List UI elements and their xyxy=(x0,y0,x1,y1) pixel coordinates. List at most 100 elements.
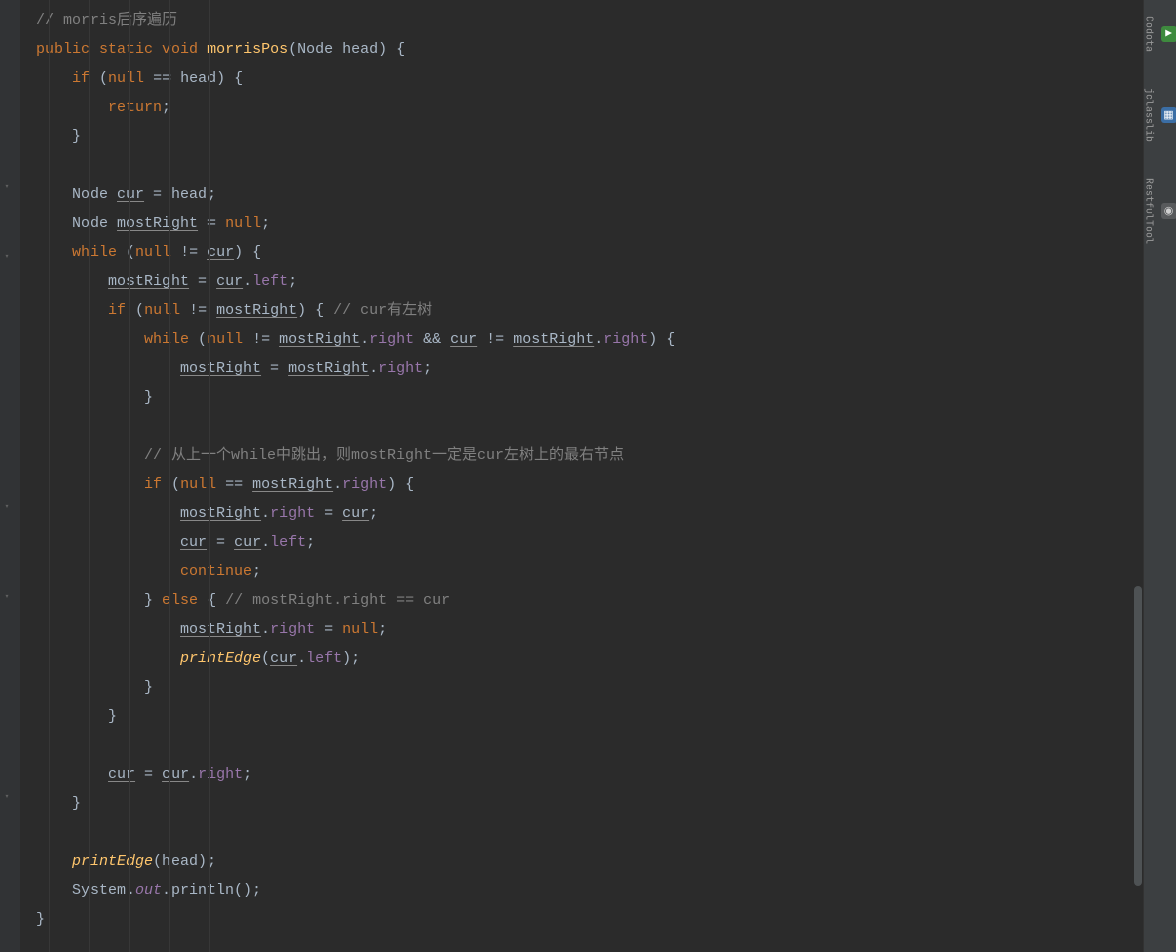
code-token: while xyxy=(144,331,198,348)
code-token: != xyxy=(477,331,513,348)
code-token: .println(); xyxy=(162,882,261,899)
code-token xyxy=(0,244,72,261)
indent-guide xyxy=(209,0,210,952)
code-token: == head) { xyxy=(153,70,243,87)
right-tool-rail: ▶ Codota ▦ jclasslib ◉RestfulTool xyxy=(1143,0,1176,952)
code-token: mostRight xyxy=(216,302,297,319)
code-token: mostRight xyxy=(180,360,261,377)
code-token: = xyxy=(189,273,216,290)
code-token xyxy=(0,186,72,203)
code-token: . xyxy=(360,331,369,348)
code-token: ; xyxy=(261,215,270,232)
code-token: null xyxy=(342,621,378,638)
code-token: cur xyxy=(450,331,477,348)
code-token: cur xyxy=(162,766,189,783)
code-token: cur xyxy=(207,244,234,261)
code-token: ; xyxy=(306,534,315,551)
code-token: } xyxy=(72,128,81,145)
code-token: cur xyxy=(234,534,261,551)
code-token: != xyxy=(252,331,279,348)
code-token: null xyxy=(207,331,252,348)
code-token xyxy=(0,650,180,667)
code-token: . xyxy=(261,621,270,638)
code-token: continue xyxy=(180,563,252,580)
scrollbar-thumb[interactable] xyxy=(1134,586,1142,886)
code-token: ( xyxy=(261,650,270,667)
code-token: && xyxy=(414,331,450,348)
code-token: mostRight xyxy=(180,621,261,638)
code-token: right xyxy=(342,476,387,493)
code-token: right xyxy=(603,331,648,348)
code-token xyxy=(0,795,72,812)
code-token: out xyxy=(135,882,162,899)
code-token: ( xyxy=(198,331,207,348)
code-token xyxy=(0,99,108,116)
code-token: // cur有左树 xyxy=(333,302,432,319)
code-token: = xyxy=(207,534,234,551)
code-token: mostRight xyxy=(180,505,261,522)
restfultool-icon: ◉ xyxy=(1161,203,1176,219)
code-token: = xyxy=(315,621,342,638)
code-token: = xyxy=(261,360,288,377)
code-token: = xyxy=(135,766,162,783)
code-token: (head); xyxy=(153,853,216,870)
code-token: . xyxy=(369,360,378,377)
code-token: mostRight xyxy=(288,360,369,377)
code-token: ; xyxy=(252,563,261,580)
code-token: cur xyxy=(108,766,135,783)
code-token: null xyxy=(225,215,261,232)
code-token: right xyxy=(198,766,243,783)
code-token: ) { xyxy=(234,244,261,261)
code-token: right xyxy=(369,331,414,348)
code-token: cur xyxy=(342,505,369,522)
code-token: mostRight xyxy=(252,476,333,493)
indent-guide xyxy=(169,0,170,952)
code-token: // morris后序遍历 xyxy=(36,12,177,29)
code-token: ( xyxy=(99,70,108,87)
code-token xyxy=(0,505,180,522)
code-token xyxy=(0,447,144,464)
code-token: return xyxy=(108,99,162,116)
code-token: null xyxy=(135,244,180,261)
codota-icon: ▶ xyxy=(1161,26,1176,42)
rail-item-jclasslib[interactable]: ▦ jclasslib xyxy=(1144,88,1176,142)
code-token: static xyxy=(99,41,162,58)
code-token: = head; xyxy=(144,186,216,203)
code-token: morrisPos xyxy=(207,41,288,58)
code-token xyxy=(0,12,36,29)
code-token: . xyxy=(297,650,306,667)
code-token: printEdge xyxy=(180,650,261,667)
code-token: } xyxy=(144,679,153,696)
code-token: right xyxy=(270,505,315,522)
jclasslib-icon: ▦ xyxy=(1161,107,1176,123)
code-token xyxy=(0,766,108,783)
code-token: } xyxy=(144,592,162,609)
code-editor[interactable]: // morris后序遍历 public static void morrisP… xyxy=(0,0,1144,952)
code-token xyxy=(0,70,72,87)
code-token: . xyxy=(261,534,270,551)
rail-item-label: Codota xyxy=(1144,16,1157,52)
rail-item-codota[interactable]: ▶ Codota xyxy=(1144,16,1176,52)
code-token: ( xyxy=(171,476,180,493)
code-token: ( xyxy=(135,302,144,319)
code-token xyxy=(0,679,144,696)
code-token: cur xyxy=(270,650,297,667)
code-token: mostRight xyxy=(513,331,594,348)
code-token: ; xyxy=(243,766,252,783)
code-token xyxy=(0,128,72,145)
code-token: cur xyxy=(216,273,243,290)
code-token xyxy=(0,302,108,319)
code-token: cur xyxy=(180,534,207,551)
rail-item-label: jclasslib xyxy=(1144,88,1157,142)
code-block: // morris后序遍历 public static void morrisP… xyxy=(0,0,1144,952)
code-token: mostRight xyxy=(279,331,360,348)
code-token: != xyxy=(189,302,216,319)
code-token: = xyxy=(198,215,225,232)
code-token: } xyxy=(36,911,45,928)
code-token: System. xyxy=(72,882,135,899)
code-token xyxy=(0,273,108,290)
code-token xyxy=(0,215,72,232)
code-token: cur xyxy=(117,186,144,203)
code-token: != xyxy=(180,244,207,261)
rail-item-restfultool[interactable]: ◉RestfulTool xyxy=(1144,178,1176,244)
